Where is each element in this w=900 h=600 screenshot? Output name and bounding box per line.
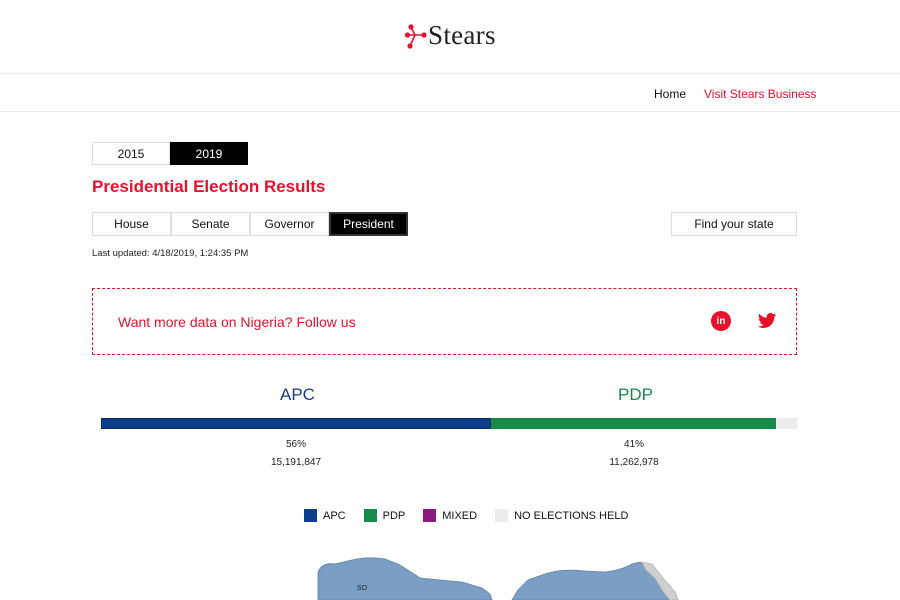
legend-label-no-elections: NO ELECTIONS HELD [514, 509, 629, 522]
find-state-button[interactable]: Find your state [671, 212, 797, 236]
map-region-west[interactable] [317, 557, 493, 600]
apc-votes: 15,191,847 [270, 457, 322, 468]
site-header: Stears [0, 0, 900, 74]
promo-text: Want more data on Nigeria? Follow us [118, 314, 356, 330]
logo-text: Stears [428, 20, 496, 50]
legend-swatch-apc [304, 509, 317, 522]
tab-house[interactable]: House [92, 212, 171, 236]
map-state-label: SO [357, 585, 368, 592]
map-legend: APC PDP MIXED NO ELECTIONS HELD [304, 509, 646, 522]
legend-label-apc: APC [323, 509, 346, 522]
top-nav: Home Visit Stears Business [0, 74, 900, 112]
tab-president[interactable]: President [329, 212, 408, 236]
logo-mark-icon [405, 23, 427, 49]
legend-swatch-no-elections [495, 509, 509, 522]
vote-share-bar [101, 418, 797, 429]
twitter-icon[interactable] [757, 311, 777, 331]
nav-home-link[interactable]: Home [654, 87, 686, 101]
year-tabs: 2015 2019 [92, 142, 248, 165]
legend-item-no-elections: NO ELECTIONS HELD [495, 509, 628, 522]
tab-governor[interactable]: Governor [250, 212, 329, 236]
legend-swatch-mixed [423, 509, 437, 522]
legend-item-apc: APC [304, 509, 346, 522]
legend-item-mixed: MIXED [423, 509, 477, 522]
tab-senate[interactable]: Senate [171, 212, 250, 236]
legend-swatch-pdp [363, 509, 377, 522]
results-map[interactable]: SO [0, 550, 900, 600]
tab-2019[interactable]: 2019 [170, 142, 248, 165]
apc-percent: 56% [285, 439, 306, 450]
page-title: Presidential Election Results [92, 177, 326, 196]
pdp-share-bar [490, 418, 777, 429]
stears-logo[interactable]: Stears [405, 20, 496, 51]
legend-item-pdp: PDP [363, 509, 406, 522]
pdp-votes: 11,262,978 [609, 457, 659, 468]
linkedin-icon[interactable]: in [711, 311, 731, 331]
legend-label-mixed: MIXED [442, 509, 478, 522]
race-tabs: House Senate Governor President [92, 212, 408, 236]
pdp-percent: 41% [623, 439, 644, 450]
follow-promo-box: Want more data on Nigeria? Follow us in [92, 288, 797, 355]
legend-label-pdp: PDP [382, 509, 406, 522]
apc-party-label: APC [280, 385, 315, 404]
pdp-party-label: PDP [618, 385, 653, 404]
apc-share-bar [101, 418, 491, 429]
nav-business-link[interactable]: Visit Stears Business [704, 87, 817, 101]
tab-2015[interactable]: 2015 [92, 142, 170, 165]
last-updated-text: Last updated: 4/18/2019, 1:24:35 PM [92, 248, 249, 259]
